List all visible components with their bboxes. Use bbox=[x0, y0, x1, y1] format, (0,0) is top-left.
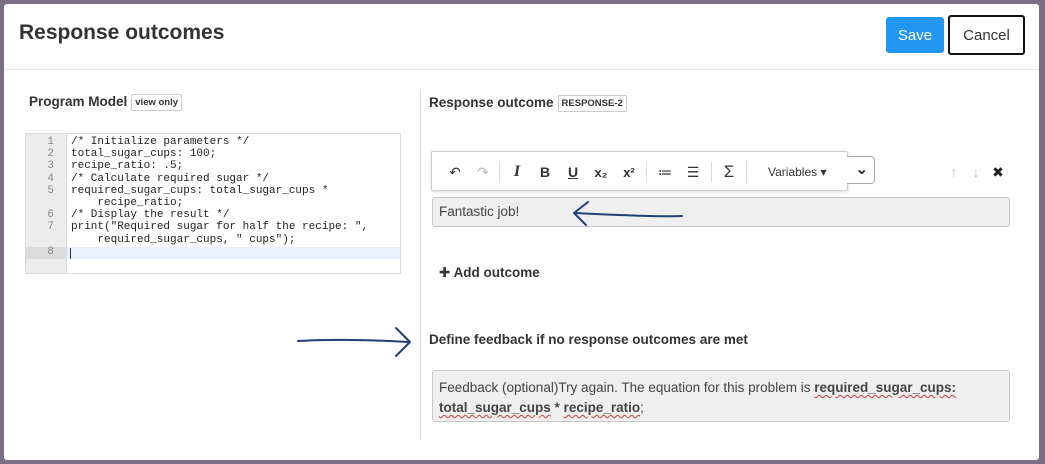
modal-title: Response outcomes bbox=[19, 21, 225, 44]
code-text: /* Initialize parameters */ bbox=[71, 136, 250, 148]
line-number: 8 bbox=[26, 246, 67, 259]
move-down-icon[interactable]: ↓ bbox=[968, 164, 984, 180]
view-only-tag: view only bbox=[131, 94, 183, 111]
feedback-operator: * bbox=[550, 400, 564, 415]
add-outcome-label: Add outcome bbox=[453, 265, 540, 280]
line-number: 3 bbox=[47, 160, 54, 173]
code-line: recipe_ratio; bbox=[26, 197, 400, 210]
subscript-button[interactable]: x₂ bbox=[590, 160, 612, 184]
superscript-button[interactable]: x² bbox=[618, 160, 640, 184]
outcome-type-select[interactable]: ⌄ bbox=[847, 156, 875, 184]
feedback-var-recipe-ratio: recipe_ratio bbox=[563, 400, 641, 415]
feedback-text-prefix: Feedback (optional)Try again. The equati… bbox=[439, 380, 815, 395]
annotation-arrow-right bbox=[297, 327, 411, 357]
panel-divider bbox=[420, 90, 421, 440]
ordered-list-icon[interactable]: ≔ bbox=[654, 160, 676, 184]
variables-dropdown[interactable]: Variables ▾ bbox=[768, 160, 827, 184]
default-feedback-label: Define feedback if no response outcomes … bbox=[429, 332, 748, 347]
line-number: 7 bbox=[47, 221, 54, 234]
toolbar-separator bbox=[499, 162, 500, 182]
undo-icon[interactable]: ↶ bbox=[444, 160, 466, 184]
response-outcomes-modal: Response outcomes Save Cancel Program Mo… bbox=[4, 4, 1039, 460]
code-text: /* Display the result */ bbox=[71, 209, 230, 222]
bullet-list-icon[interactable]: ☰ bbox=[682, 160, 704, 184]
bold-button[interactable]: B bbox=[534, 160, 556, 184]
text-cursor bbox=[70, 247, 71, 259]
code-text: required_sugar_cups, " cups"); bbox=[71, 233, 296, 246]
feedback-var-required-sugar: required_sugar_cups: bbox=[814, 380, 956, 395]
line-number: 1 bbox=[47, 136, 54, 148]
outcome-feedback-input[interactable]: Fantastic job! bbox=[432, 197, 1010, 227]
code-line: 7 print("Required sugar for half the reci… bbox=[26, 222, 400, 234]
code-text: recipe_ratio; bbox=[71, 197, 184, 209]
toolbar-separator bbox=[646, 162, 647, 182]
program-model-code-editor[interactable]: 1 /* Initialize parameters */ 2 total_sugar… bbox=[25, 133, 401, 274]
code-text: /* Calculate required sugar */ bbox=[71, 172, 270, 185]
code-text: total_sugar_cups: 100; bbox=[71, 148, 217, 161]
code-line: 1 /* Initialize parameters */ bbox=[26, 136, 400, 149]
modal-header: Response outcomes Save Cancel bbox=[4, 4, 1039, 70]
program-model-title: Program Model bbox=[29, 94, 128, 109]
cancel-button[interactable]: Cancel bbox=[948, 15, 1025, 55]
default-feedback-input[interactable]: Feedback (optional)Try again. The equati… bbox=[432, 370, 1010, 422]
add-outcome-button[interactable]: ✚ Add outcome bbox=[439, 265, 540, 281]
code-text: print("Required sugar for half the recip… bbox=[71, 221, 369, 234]
line-number: 2 bbox=[47, 148, 54, 161]
chevron-down-icon: ⌄ bbox=[855, 161, 869, 178]
code-line: 6 /* Display the result */ bbox=[26, 209, 400, 222]
annotation-arrow-left bbox=[573, 201, 683, 226]
rich-text-toolbar: ↶ ↷ I B U x₂ x² ≔ ☰ Σ Variables ▾ bbox=[431, 151, 848, 191]
response-outcome-title: Response outcome bbox=[429, 95, 554, 110]
delete-icon[interactable]: ✖ bbox=[990, 164, 1006, 180]
italic-button[interactable]: I bbox=[506, 160, 528, 184]
underline-button[interactable]: U bbox=[562, 160, 584, 184]
line-number: 6 bbox=[47, 209, 54, 222]
code-text: recipe_ratio: .5; bbox=[71, 160, 184, 173]
plus-icon: ✚ bbox=[439, 265, 451, 280]
code-line: 2 total_sugar_cups: 100; bbox=[26, 148, 400, 161]
response-id-tag: RESPONSE-2 bbox=[557, 95, 627, 112]
redo-icon[interactable]: ↷ bbox=[472, 160, 494, 184]
toolbar-separator bbox=[711, 162, 712, 182]
feedback-text-end: ; bbox=[640, 400, 644, 415]
save-button[interactable]: Save bbox=[886, 17, 944, 53]
code-line: required_sugar_cups, " cups"); bbox=[26, 233, 400, 247]
code-line: 8 bbox=[26, 246, 400, 259]
sum-icon[interactable]: Σ bbox=[718, 160, 740, 184]
feedback-var-total-sugar: total_sugar_cups bbox=[439, 400, 551, 415]
code-line: 4 /* Calculate required sugar */ bbox=[26, 172, 400, 186]
move-up-icon[interactable]: ↑ bbox=[946, 164, 962, 180]
line-number: 4 bbox=[47, 172, 54, 185]
program-model-label: Program Model view only bbox=[29, 94, 183, 111]
toolbar-separator bbox=[746, 162, 747, 182]
code-line: 3 recipe_ratio: .5; bbox=[26, 161, 400, 173]
code-line: 5 required_sugar_cups: total_sugar_cups * bbox=[26, 184, 400, 198]
line-number: 5 bbox=[47, 184, 54, 197]
response-outcome-label: Response outcome RESPONSE-2 bbox=[429, 95, 627, 112]
code-text: required_sugar_cups: total_sugar_cups * bbox=[71, 184, 329, 197]
